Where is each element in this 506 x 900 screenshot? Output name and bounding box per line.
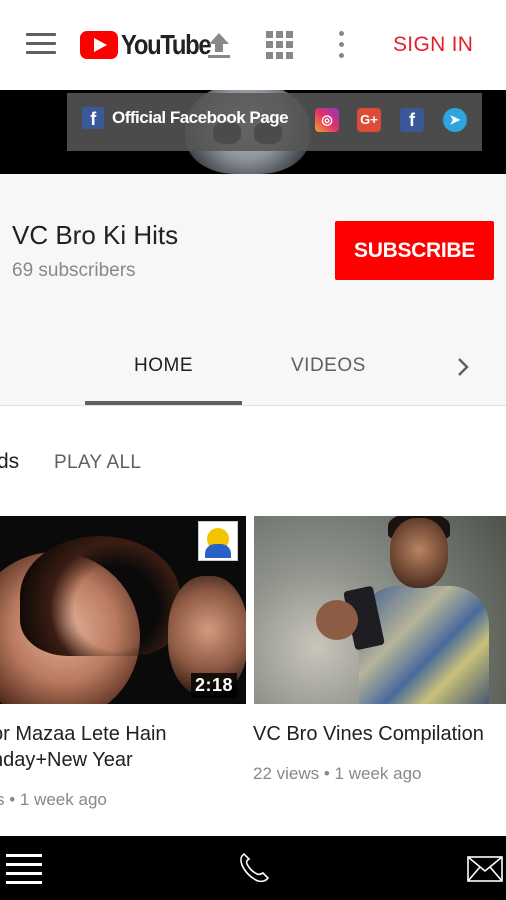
video-meta: 22 views • 1 week ago <box>253 764 422 783</box>
play-all-button[interactable]: PLAY ALL <box>54 452 141 474</box>
upload-icon[interactable] <box>206 30 232 60</box>
facebook-link-label: Official Facebook Page <box>112 108 289 127</box>
top-app-bar: YouTube SIGN IN <box>0 0 506 90</box>
thumbnail-hair <box>20 536 180 656</box>
section-title: ds <box>0 450 20 473</box>
subscribe-button[interactable]: SUBSCRIBE <box>335 221 494 280</box>
sign-in-button[interactable]: SIGN IN <box>393 33 473 57</box>
video-title[interactable]: VC Bro Vines Compilation <box>253 721 484 747</box>
mail-icon[interactable] <box>467 856 503 882</box>
video-title-line: nday+New Year <box>0 749 133 771</box>
menu-icon[interactable] <box>26 33 56 57</box>
channel-name: VC Bro Ki Hits <box>12 220 179 250</box>
phone-icon[interactable] <box>236 850 272 886</box>
official-facebook-link[interactable]: f Official Facebook Page <box>82 107 289 129</box>
video-thumbnail[interactable] <box>254 516 506 704</box>
youtube-logo[interactable]: YouTube <box>80 28 226 62</box>
video-meta: s • 1 week ago <box>0 790 107 809</box>
channel-tabs: HOME VIDEOS <box>0 335 506 405</box>
video-title-line: or Mazaa Lete Hain <box>0 723 167 745</box>
logo-text: YouTube <box>121 29 212 60</box>
channel-banner: f Official Facebook Page ◎ G+ f ➤ <box>0 90 506 174</box>
chevron-right-icon[interactable] <box>457 357 469 377</box>
youtube-play-icon <box>80 31 118 59</box>
telegram-icon[interactable]: ➤ <box>443 108 467 132</box>
menu-icon[interactable] <box>6 854 42 884</box>
thumbnail-head <box>390 518 448 588</box>
bottom-navigation-bar <box>0 836 506 900</box>
tab-home[interactable]: HOME <box>134 355 193 377</box>
video-title[interactable]: or Mazaa Lete Hain nday+New Year <box>0 721 244 773</box>
avatar <box>198 521 238 561</box>
apps-grid-icon[interactable] <box>266 31 294 59</box>
facebook-icon: f <box>82 107 104 129</box>
more-options-icon[interactable] <box>335 31 347 59</box>
google-plus-icon[interactable]: G+ <box>357 108 381 132</box>
instagram-icon[interactable]: ◎ <box>315 108 339 132</box>
video-duration: 2:18 <box>191 673 238 698</box>
thumbnail-hand <box>316 600 358 640</box>
facebook-icon[interactable]: f <box>400 108 424 132</box>
subscriber-count: 69 subscribers <box>12 260 136 281</box>
tab-videos[interactable]: VIDEOS <box>291 355 366 377</box>
